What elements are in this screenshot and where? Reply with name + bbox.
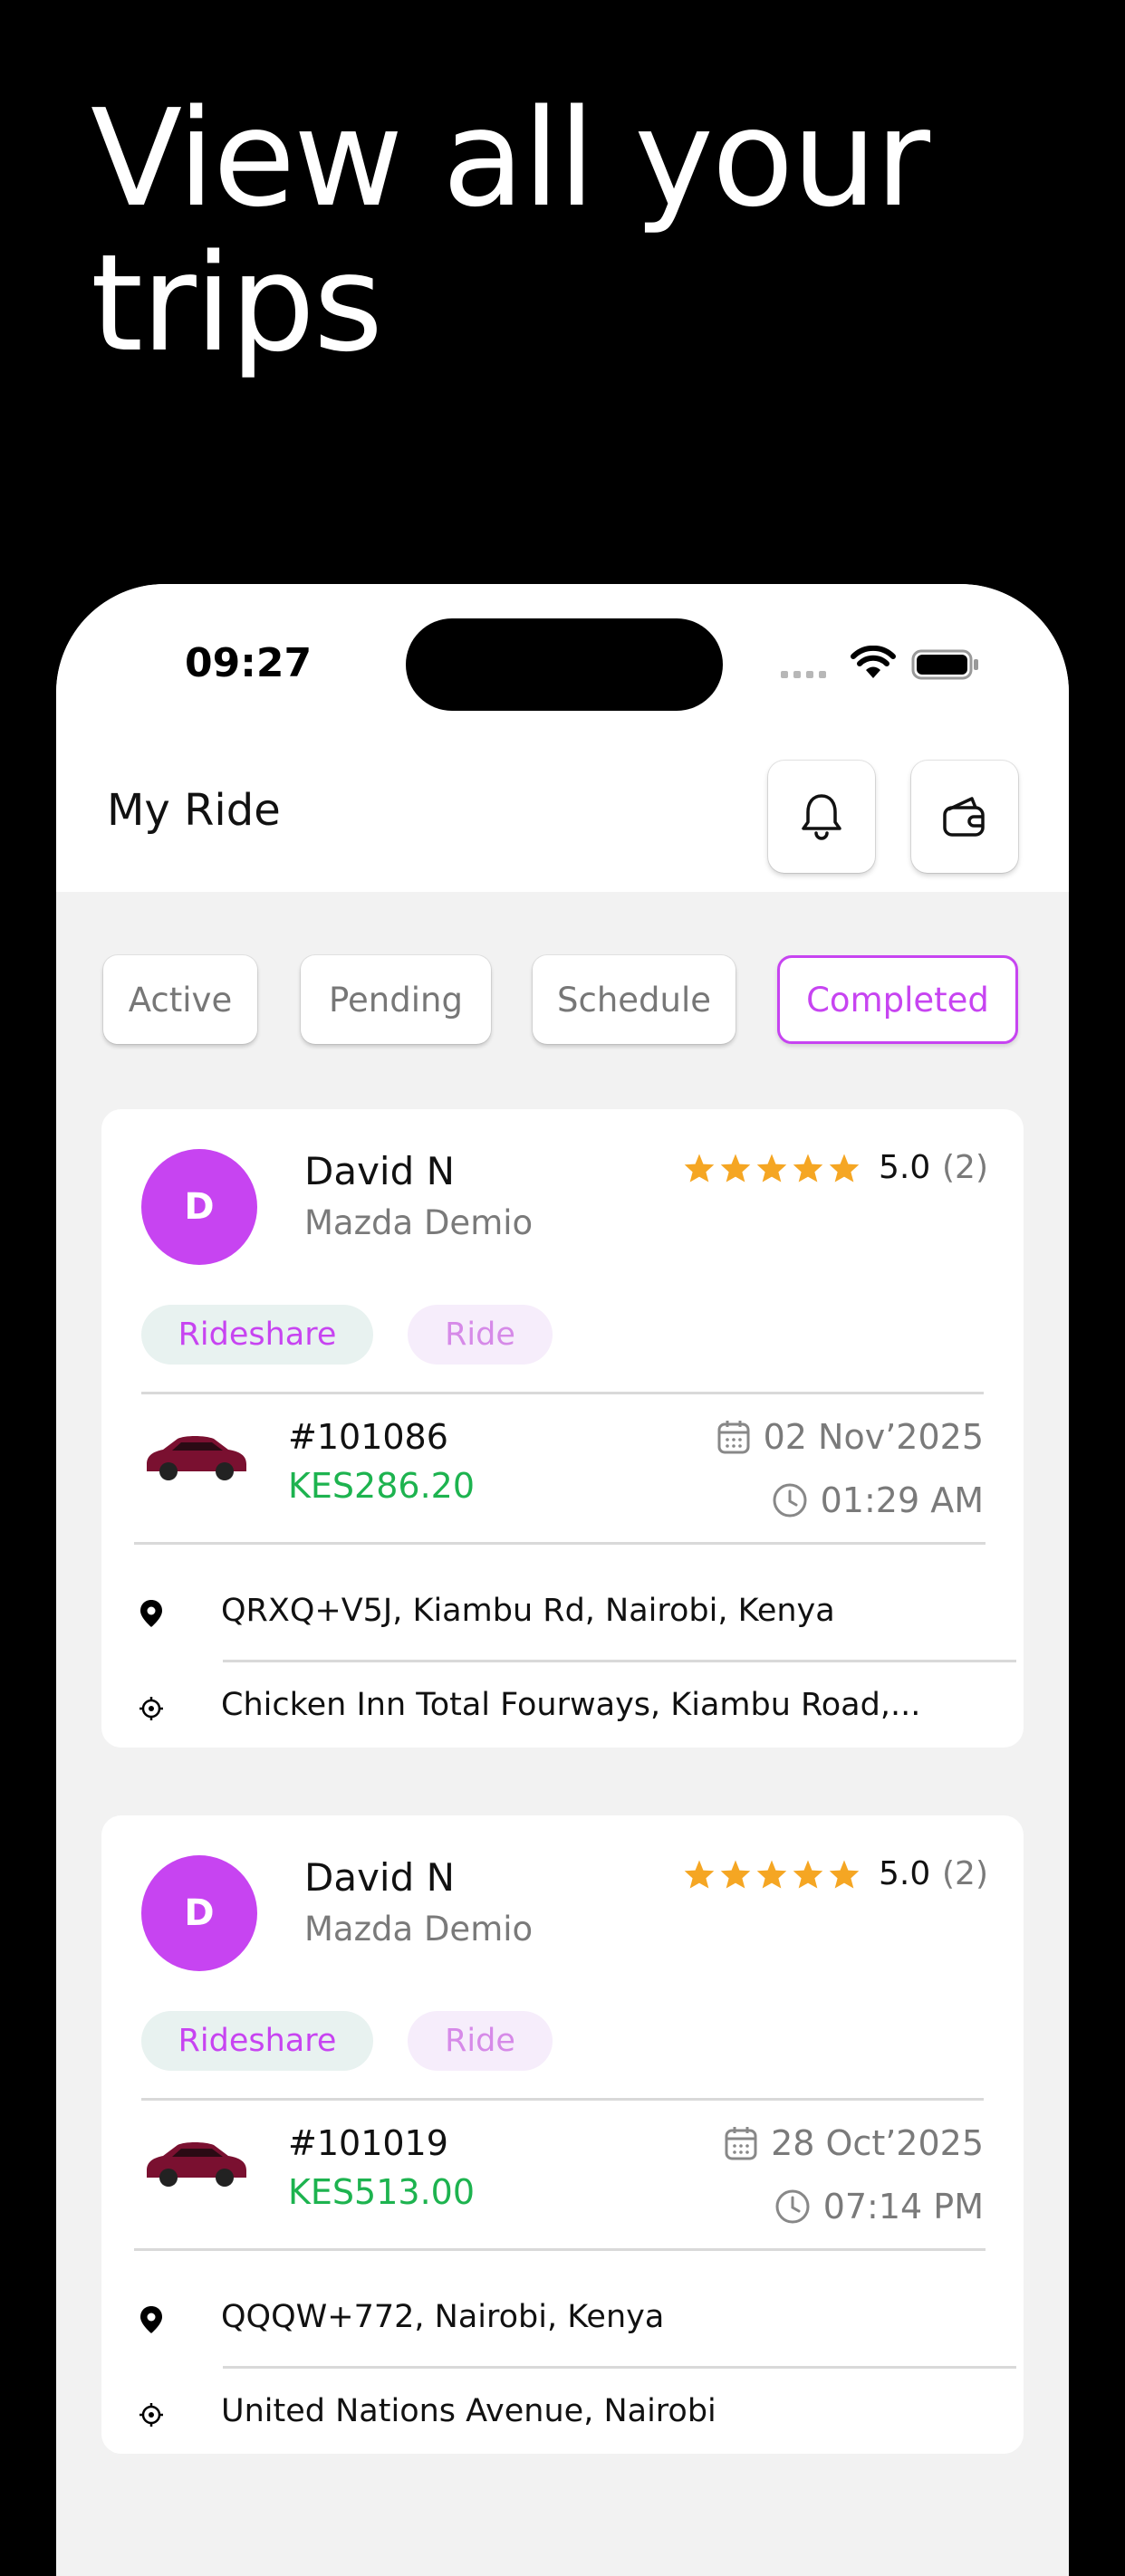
ride-date-row: 02 Nov’2025: [716, 1417, 984, 1457]
ride-time-row: 01:29 AM: [772, 1480, 984, 1520]
calendar-icon: [725, 2127, 757, 2160]
star-icon: [793, 1154, 823, 1183]
divider: [223, 1660, 1016, 1662]
divider: [134, 2248, 986, 2251]
notifications-button[interactable]: [768, 761, 875, 873]
tab-active[interactable]: Active: [103, 955, 257, 1044]
dynamic-island: [406, 618, 723, 711]
avatar: D: [141, 1149, 257, 1265]
star-icon: [756, 1154, 787, 1183]
tag-rideshare: Rideshare: [141, 2011, 373, 2071]
page-headline: View all your trips: [91, 81, 930, 381]
ride-time-row: 07:14 PM: [774, 2187, 984, 2226]
tag-rideshare: Rideshare: [141, 1305, 373, 1365]
page-title: My Ride: [107, 785, 281, 836]
divider: [141, 2098, 984, 2101]
location-pin-icon: [140, 1600, 162, 1627]
ride-price: KES286.20: [288, 1466, 476, 1506]
ride-date: 28 Oct’2025: [771, 2123, 984, 2163]
wallet-icon: [943, 797, 985, 837]
tag-ride: Ride: [408, 1305, 553, 1365]
star-icon: [720, 1860, 751, 1889]
tab-schedule[interactable]: Schedule: [533, 955, 736, 1044]
car-model: Mazda Demio: [304, 1910, 534, 1949]
tab-completed[interactable]: Completed: [777, 955, 1018, 1044]
rating-count: (2): [942, 1855, 988, 1892]
avatar: D: [141, 1855, 257, 1971]
ride-time: 07:14 PM: [822, 2187, 984, 2226]
rating-stars: [683, 1153, 861, 1183]
star-icon: [829, 1860, 860, 1889]
car-icon: [147, 2142, 246, 2187]
tag-ride: Ride: [408, 2011, 553, 2071]
tab-pending[interactable]: Pending: [301, 955, 491, 1044]
car-model: Mazda Demio: [304, 1203, 534, 1242]
rating-stars: [683, 1859, 861, 1890]
wallet-button[interactable]: [911, 761, 1018, 873]
app-header-area: 09:27 My Ride: [56, 584, 1069, 892]
star-icon: [793, 1860, 823, 1889]
star-icon: [684, 1154, 715, 1183]
clock-icon: [773, 1483, 807, 1518]
rating-value: 5.0: [879, 1149, 931, 1186]
location-pin-icon: [140, 2306, 162, 2333]
ride-price: KES513.00: [288, 2172, 476, 2212]
pickup-address: QRXQ+V5J, Kiambu Rd, Nairobi, Kenya: [221, 1593, 835, 1629]
ride-date: 02 Nov’2025: [763, 1417, 984, 1457]
status-time: 09:27: [185, 640, 312, 686]
calendar-icon: [717, 1421, 750, 1454]
destination-target-icon: [139, 2403, 163, 2427]
ride-card[interactable]: D David N Mazda Demio 5.0 (2) Rideshare …: [101, 1109, 1024, 1748]
dropoff-address: United Nations Avenue, Nairobi: [221, 2393, 716, 2429]
ride-id: #101019: [288, 2123, 448, 2163]
bell-icon: [802, 794, 841, 840]
car-icon: [147, 1436, 246, 1480]
driver-name: David N: [304, 1855, 456, 1900]
divider: [141, 1392, 984, 1394]
ride-time: 01:29 AM: [820, 1480, 984, 1520]
driver-name: David N: [304, 1149, 456, 1193]
wifi-icon: [851, 646, 896, 678]
ride-status-tabs: Active Pending Schedule Completed: [56, 955, 1069, 1046]
star-icon: [756, 1860, 787, 1889]
star-icon: [829, 1154, 860, 1183]
ride-date-row: 28 Oct’2025: [724, 2123, 984, 2163]
star-icon: [720, 1154, 751, 1183]
divider: [134, 1542, 986, 1545]
signal-icon: [781, 671, 826, 678]
rating-value: 5.0: [879, 1855, 931, 1892]
pickup-address: QQQW+772, Nairobi, Kenya: [221, 2299, 665, 2335]
dropoff-address: Chicken Inn Total Fourways, Kiambu Road,…: [221, 1687, 921, 1723]
clock-icon: [775, 2189, 810, 2224]
rating-count: (2): [942, 1149, 988, 1186]
battery-icon: [911, 649, 978, 680]
ride-id: #101086: [288, 1417, 448, 1457]
ride-card[interactable]: D David N Mazda Demio 5.0 (2) Rideshare …: [101, 1815, 1024, 2454]
phone-frame: 09:27 My Ride Active Pending Schedule Co…: [56, 584, 1069, 2576]
star-icon: [684, 1860, 715, 1889]
destination-target-icon: [139, 1697, 163, 1720]
divider: [223, 2366, 1016, 2369]
